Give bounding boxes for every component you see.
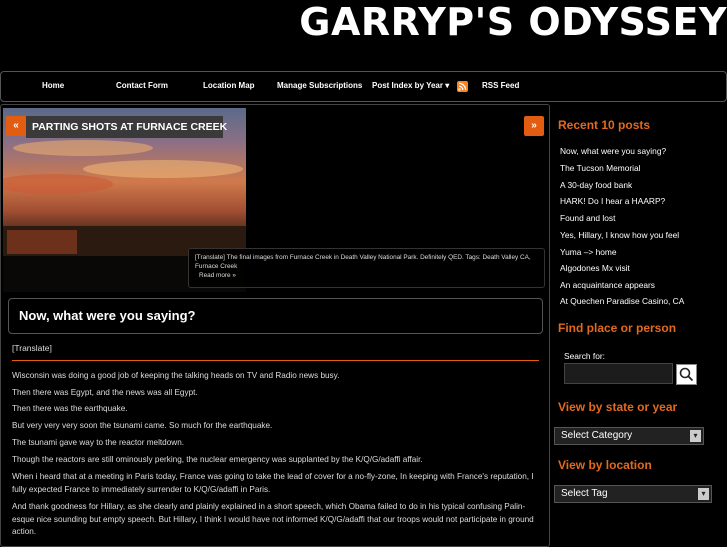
search-label: Search for: [564,351,605,361]
recent-post-link[interactable]: Yes, Hillary, I know how you feel [560,230,679,240]
recent-post-link[interactable]: A 30-day food bank [560,180,632,190]
main-navigation: Home Contact Form Location Map Manage Su… [0,71,727,102]
post-paragraph: Then there was Egypt, and the news was a… [12,388,198,397]
chevron-down-icon: ▾ [698,488,709,500]
slide-caption: [Translate] The final images from Furnac… [188,248,545,288]
post-paragraph: Then there was the earthquake. [12,404,128,413]
chevron-down-icon: ▾ [690,430,701,442]
post-paragraph: But very very very soon the tsunami came… [12,421,273,430]
post-paragraph: The tsunami gave way to the reactor melt… [12,438,185,447]
post-title[interactable]: Now, what were you saying? [19,308,196,323]
recent-post-link[interactable]: HARK! Do I hear a HAARP? [560,196,665,206]
tag-select[interactable]: Select Tag ▾ [554,485,712,503]
recent-post-link[interactable]: Found and lost [560,213,615,223]
recent-post-link[interactable]: At Quechen Paradise Casino, CA [560,296,684,306]
nav-contact-form[interactable]: Contact Form [116,72,168,101]
recent-post-link[interactable]: An acquaintance appears [560,280,655,290]
category-select-value: Select Category [561,430,633,441]
state-year-heading: View by state or year [558,400,678,414]
search-input[interactable] [564,363,673,384]
post-title-box: Now, what were you saying? [8,298,543,334]
post-paragraph: And thank goodness for Hillary, as she c… [12,502,534,536]
nav-post-index-label: Post Index by Year [372,81,443,90]
slide-caption-text: [Translate] The final images from Furnac… [195,254,531,270]
nav-manage-subscriptions[interactable]: Manage Subscriptions [277,72,362,101]
nav-rss-feed[interactable]: RSS Feed [482,72,519,101]
recent-post-link[interactable]: The Tucson Memorial [560,163,641,173]
chevron-down-icon: ▾ [445,81,450,90]
read-more-link[interactable]: Read more » [199,271,538,280]
post-paragraph: Though the reactors are still ominously … [12,455,423,464]
recent-post-link[interactable]: Algodones Mx visit [560,263,630,273]
recent-post-link[interactable]: Yuma –> home [560,247,617,257]
translate-link[interactable]: [Translate] [12,343,52,353]
recent-post-link[interactable]: Now, what were you saying? [560,146,666,156]
location-heading: View by location [558,458,652,472]
nav-location-map[interactable]: Location Map [203,72,255,101]
site-title[interactable]: GARRYP'S ODYSSEY [299,0,727,44]
category-select[interactable]: Select Category ▾ [554,427,704,445]
find-heading: Find place or person [558,321,677,335]
search-icon [679,367,694,382]
divider [12,360,539,361]
nav-post-index[interactable]: Post Index by Year ▾ [372,72,449,101]
rss-icon[interactable] [457,81,468,92]
slide-title[interactable]: PARTING SHOTS AT FURNACE CREEK [26,116,227,138]
recent-posts-heading: Recent 10 posts [558,118,651,132]
nav-home[interactable]: Home [42,72,64,101]
post-paragraph: When i heard that at a meeting in Paris … [12,472,534,494]
search-button[interactable] [676,364,697,385]
slider-next-button[interactable]: » [524,116,544,136]
slider-prev-button[interactable]: « [6,116,26,136]
post-paragraph: Wisconsin was doing a good job of keepin… [12,371,340,380]
tag-select-value: Select Tag [561,488,608,499]
